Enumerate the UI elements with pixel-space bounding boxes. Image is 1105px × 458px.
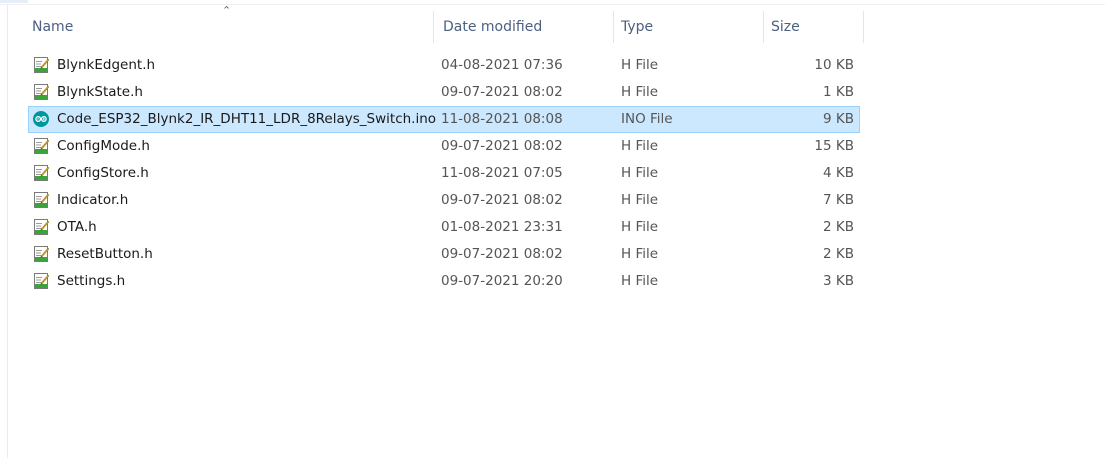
file-size: 15 KB xyxy=(814,138,854,154)
h-file-icon xyxy=(32,245,50,263)
file-name: Code_ESP32_Blynk2_IR_DHT11_LDR_8Relays_S… xyxy=(57,111,437,127)
h-file-icon xyxy=(32,83,50,101)
h-file-icon xyxy=(32,164,50,182)
file-size: 4 KB xyxy=(823,165,854,181)
file-row[interactable]: OTA.h 01-08-2021 23:31 H File 2 KB xyxy=(28,214,860,241)
top-edge xyxy=(0,0,1105,5)
file-name: ConfigStore.h xyxy=(57,165,149,181)
file-name: Settings.h xyxy=(57,273,126,289)
file-type: H File xyxy=(621,84,659,100)
column-header-name[interactable]: Name xyxy=(24,11,435,43)
file-name: Indicator.h xyxy=(57,192,129,208)
file-row[interactable]: ResetButton.h 09-07-2021 08:02 H File 2 KB xyxy=(28,241,860,268)
file-row[interactable]: Code_ESP32_Blynk2_IR_DHT11_LDR_8Relays_S… xyxy=(28,106,860,133)
file-size: 1 KB xyxy=(823,84,854,100)
file-type: H File xyxy=(621,192,659,208)
file-row[interactable]: BlynkEdgent.h 04-08-2021 07:36 H File 10 KB xyxy=(28,52,860,79)
file-type: H File xyxy=(621,165,659,181)
file-size: 9 KB xyxy=(823,111,854,127)
file-date-modified: 09-07-2021 08:02 xyxy=(441,246,563,262)
file-date-modified: 09-07-2021 08:02 xyxy=(441,138,563,154)
file-name: BlynkEdgent.h xyxy=(57,57,156,73)
file-list: BlynkEdgent.h 04-08-2021 07:36 H File 10 KB… xyxy=(28,52,860,295)
h-file-icon xyxy=(32,218,50,236)
column-header-type[interactable]: Type xyxy=(613,11,763,43)
file-date-modified: 09-07-2021 08:02 xyxy=(441,84,563,100)
column-header-size[interactable]: Size xyxy=(763,11,864,43)
h-file-icon xyxy=(32,56,50,74)
h-file-icon xyxy=(32,272,50,290)
top-tab xyxy=(0,0,28,3)
file-row[interactable]: ConfigMode.h 09-07-2021 08:02 H File 15 KB xyxy=(28,133,860,160)
file-size: 2 KB xyxy=(823,246,854,262)
file-size: 3 KB xyxy=(823,273,854,289)
file-type: INO File xyxy=(621,111,673,127)
column-divider[interactable] xyxy=(433,11,434,43)
file-row[interactable]: Indicator.h 09-07-2021 08:02 H File 7 KB xyxy=(28,187,860,214)
file-size: 10 KB xyxy=(814,57,854,73)
file-date-modified: 11-08-2021 07:05 xyxy=(441,165,563,181)
file-name: OTA.h xyxy=(57,219,97,235)
file-name: BlynkState.h xyxy=(57,84,143,100)
file-explorer-window: ⌃ Name Date modified Type Size BlynkEdge… xyxy=(0,0,1105,458)
navigation-pane-edge xyxy=(0,4,8,458)
h-file-icon xyxy=(32,191,50,209)
file-size: 7 KB xyxy=(823,192,854,208)
file-date-modified: 01-08-2021 23:31 xyxy=(441,219,563,235)
column-divider[interactable] xyxy=(863,11,864,43)
column-header-date-modified[interactable]: Date modified xyxy=(435,11,615,43)
file-type: H File xyxy=(621,273,659,289)
file-size: 2 KB xyxy=(823,219,854,235)
file-type: H File xyxy=(621,219,659,235)
file-date-modified: 09-07-2021 08:02 xyxy=(441,192,563,208)
h-file-icon xyxy=(32,137,50,155)
file-date-modified: 09-07-2021 20:20 xyxy=(441,273,563,289)
file-row[interactable]: Settings.h 09-07-2021 20:20 H File 3 KB xyxy=(28,268,860,295)
file-name: ConfigMode.h xyxy=(57,138,150,154)
file-date-modified: 04-08-2021 07:36 xyxy=(441,57,563,73)
column-header-bar: ⌃ Name Date modified Type Size xyxy=(24,4,864,43)
file-type: H File xyxy=(621,138,659,154)
file-row[interactable]: ConfigStore.h 11-08-2021 07:05 H File 4 KB xyxy=(28,160,860,187)
file-type: H File xyxy=(621,246,659,262)
arduino-icon xyxy=(32,110,50,128)
file-date-modified: 11-08-2021 08:08 xyxy=(441,111,563,127)
file-type: H File xyxy=(621,57,659,73)
file-name: ResetButton.h xyxy=(57,246,153,262)
file-row[interactable]: BlynkState.h 09-07-2021 08:02 H File 1 KB xyxy=(28,79,860,106)
